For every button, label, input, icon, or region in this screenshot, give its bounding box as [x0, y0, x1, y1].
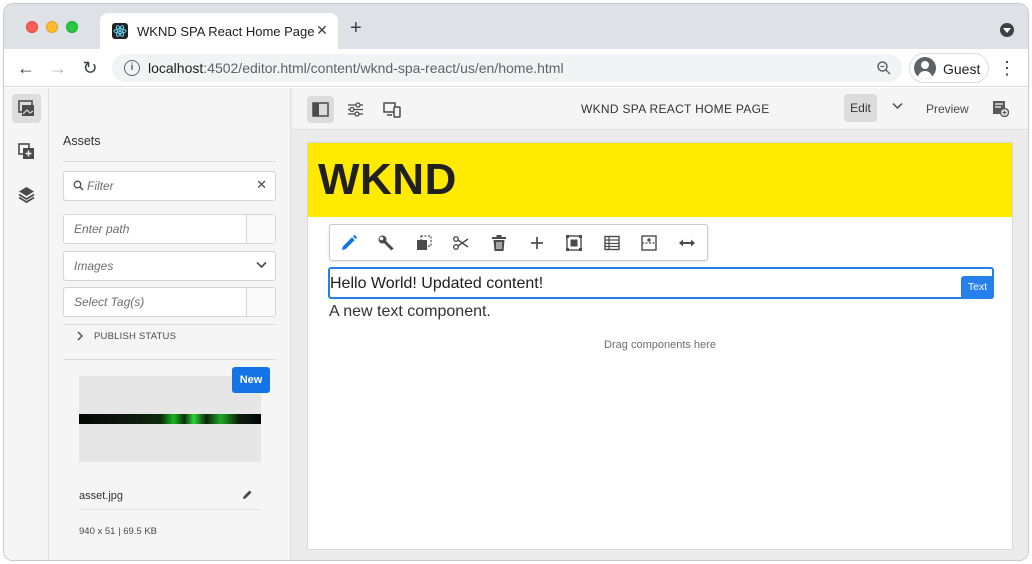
toggle-side-panel-button[interactable] [307, 96, 334, 123]
path-field[interactable]: Enter path [63, 214, 276, 244]
page-info-icon[interactable] [992, 100, 1009, 117]
publish-status-toggle[interactable]: PUBLISH STATUS [63, 326, 276, 348]
filter-placeholder: Filter [87, 179, 114, 193]
editor-header: WKND SPA REACT HOME PAGE Edit Preview [292, 88, 1028, 130]
tab-title: WKND SPA React Home Page [137, 24, 315, 39]
components-icon [18, 143, 34, 159]
avatar-icon [914, 57, 936, 79]
profile-button[interactable]: Guest [909, 53, 989, 83]
copy-icon[interactable] [415, 234, 433, 252]
search-icon [73, 180, 84, 191]
browser-tab[interactable]: WKND SPA React Home Page ✕ [100, 13, 338, 49]
components-tab-button[interactable] [12, 137, 41, 166]
header-banner: WKND [308, 143, 1012, 217]
tab-search-icon[interactable] [1000, 23, 1014, 37]
divider [63, 359, 276, 360]
path-placeholder: Enter path [74, 222, 130, 236]
preview-button[interactable]: Preview [926, 102, 969, 116]
cut-icon[interactable] [452, 234, 470, 252]
filter-input[interactable]: Filter ✕ [63, 171, 276, 201]
chevron-down-icon[interactable] [892, 102, 903, 110]
forward-arrow-icon[interactable]: → [46, 56, 70, 80]
devices-icon [383, 102, 401, 118]
path-browse-button[interactable] [246, 215, 275, 243]
tags-browse-button[interactable] [246, 288, 275, 316]
pencil-icon[interactable] [242, 489, 253, 500]
back-arrow-icon[interactable]: ← [14, 56, 38, 80]
zoom-icon[interactable] [876, 60, 892, 76]
close-window-button[interactable] [26, 21, 38, 33]
edit-mode-button[interactable]: Edit [844, 94, 877, 122]
parent-icon[interactable] [640, 234, 658, 252]
insert-icon[interactable] [528, 234, 546, 252]
content-tree-tab-button[interactable] [12, 180, 41, 209]
assets-icon [18, 100, 34, 116]
component-toolbar [329, 224, 708, 261]
wknd-logo: WKND [318, 155, 457, 204]
clear-icon[interactable]: ✕ [256, 177, 267, 193]
info-icon[interactable]: i [124, 60, 140, 76]
chevron-right-icon [77, 331, 83, 341]
group-icon[interactable] [565, 234, 583, 252]
asset-meta: 940 x 51 | 69.5 KB [79, 526, 157, 537]
text-component-selected[interactable]: Hello World! Updated content! Text [328, 267, 994, 299]
drop-zone[interactable]: Drag components here [308, 339, 1012, 351]
new-tab-button[interactable]: + [350, 18, 362, 38]
emulator-button[interactable] [378, 96, 405, 123]
divider [63, 324, 276, 325]
tab-close-icon[interactable]: ✕ [314, 22, 330, 38]
tab-strip: WKND SPA React Home Page ✕ + [4, 4, 1028, 49]
page-title: WKND SPA REACT HOME PAGE [581, 102, 770, 116]
assets-panel: Assets Filter ✕ Enter path Images Select… [49, 88, 291, 560]
sliders-icon [348, 102, 363, 117]
assets-tab-button[interactable] [12, 94, 41, 123]
asset-type-select[interactable]: Images [63, 251, 276, 281]
component-type-badge: Text [961, 276, 994, 299]
profile-name: Guest [943, 61, 981, 77]
side-rail [4, 88, 49, 560]
browser-window: WKND SPA React Home Page ✕ + ← → ↻ i loc… [3, 3, 1029, 561]
aem-editor: Assets Filter ✕ Enter path Images Select… [4, 88, 1028, 560]
browser-toolbar: ← → ↻ i localhost:4502/editor.html/conte… [4, 49, 1028, 87]
tags-placeholder: Select Tag(s) [74, 295, 145, 309]
more-menu-icon[interactable]: ⋮ [998, 57, 1016, 79]
asset-image [79, 414, 261, 424]
page-canvas: WKND Hello World! Updated content! Text … [307, 142, 1013, 550]
text-component-content[interactable]: Hello World! Updated content! [330, 275, 543, 293]
tags-field[interactable]: Select Tag(s) [63, 287, 276, 317]
url-text: localhost:4502/editor.html/content/wknd-… [148, 60, 564, 76]
layers-icon [18, 187, 35, 203]
divider [79, 509, 261, 510]
publish-status-label: PUBLISH STATUS [94, 331, 177, 342]
new-badge: New [232, 367, 270, 393]
asset-name: asset.jpg [79, 490, 124, 502]
wrench-icon[interactable] [377, 234, 395, 252]
maximize-window-button[interactable] [66, 21, 78, 33]
panel-title: Assets [63, 134, 101, 148]
divider [63, 161, 276, 162]
edit-icon[interactable] [340, 234, 358, 252]
layout-icon[interactable] [603, 234, 621, 252]
stretch-icon[interactable] [678, 234, 696, 252]
text-component[interactable]: A new text component. [329, 303, 491, 321]
minimize-window-button[interactable] [46, 21, 58, 33]
reload-icon[interactable]: ↻ [78, 56, 102, 80]
asset-type-value: Images [74, 259, 114, 273]
react-icon [112, 23, 128, 39]
delete-icon[interactable] [490, 234, 508, 252]
chevron-down-icon [256, 261, 267, 269]
side-panel-icon [312, 102, 329, 117]
address-bar[interactable]: i localhost:4502/editor.html/content/wkn… [112, 54, 902, 82]
page-properties-button[interactable] [342, 96, 369, 123]
